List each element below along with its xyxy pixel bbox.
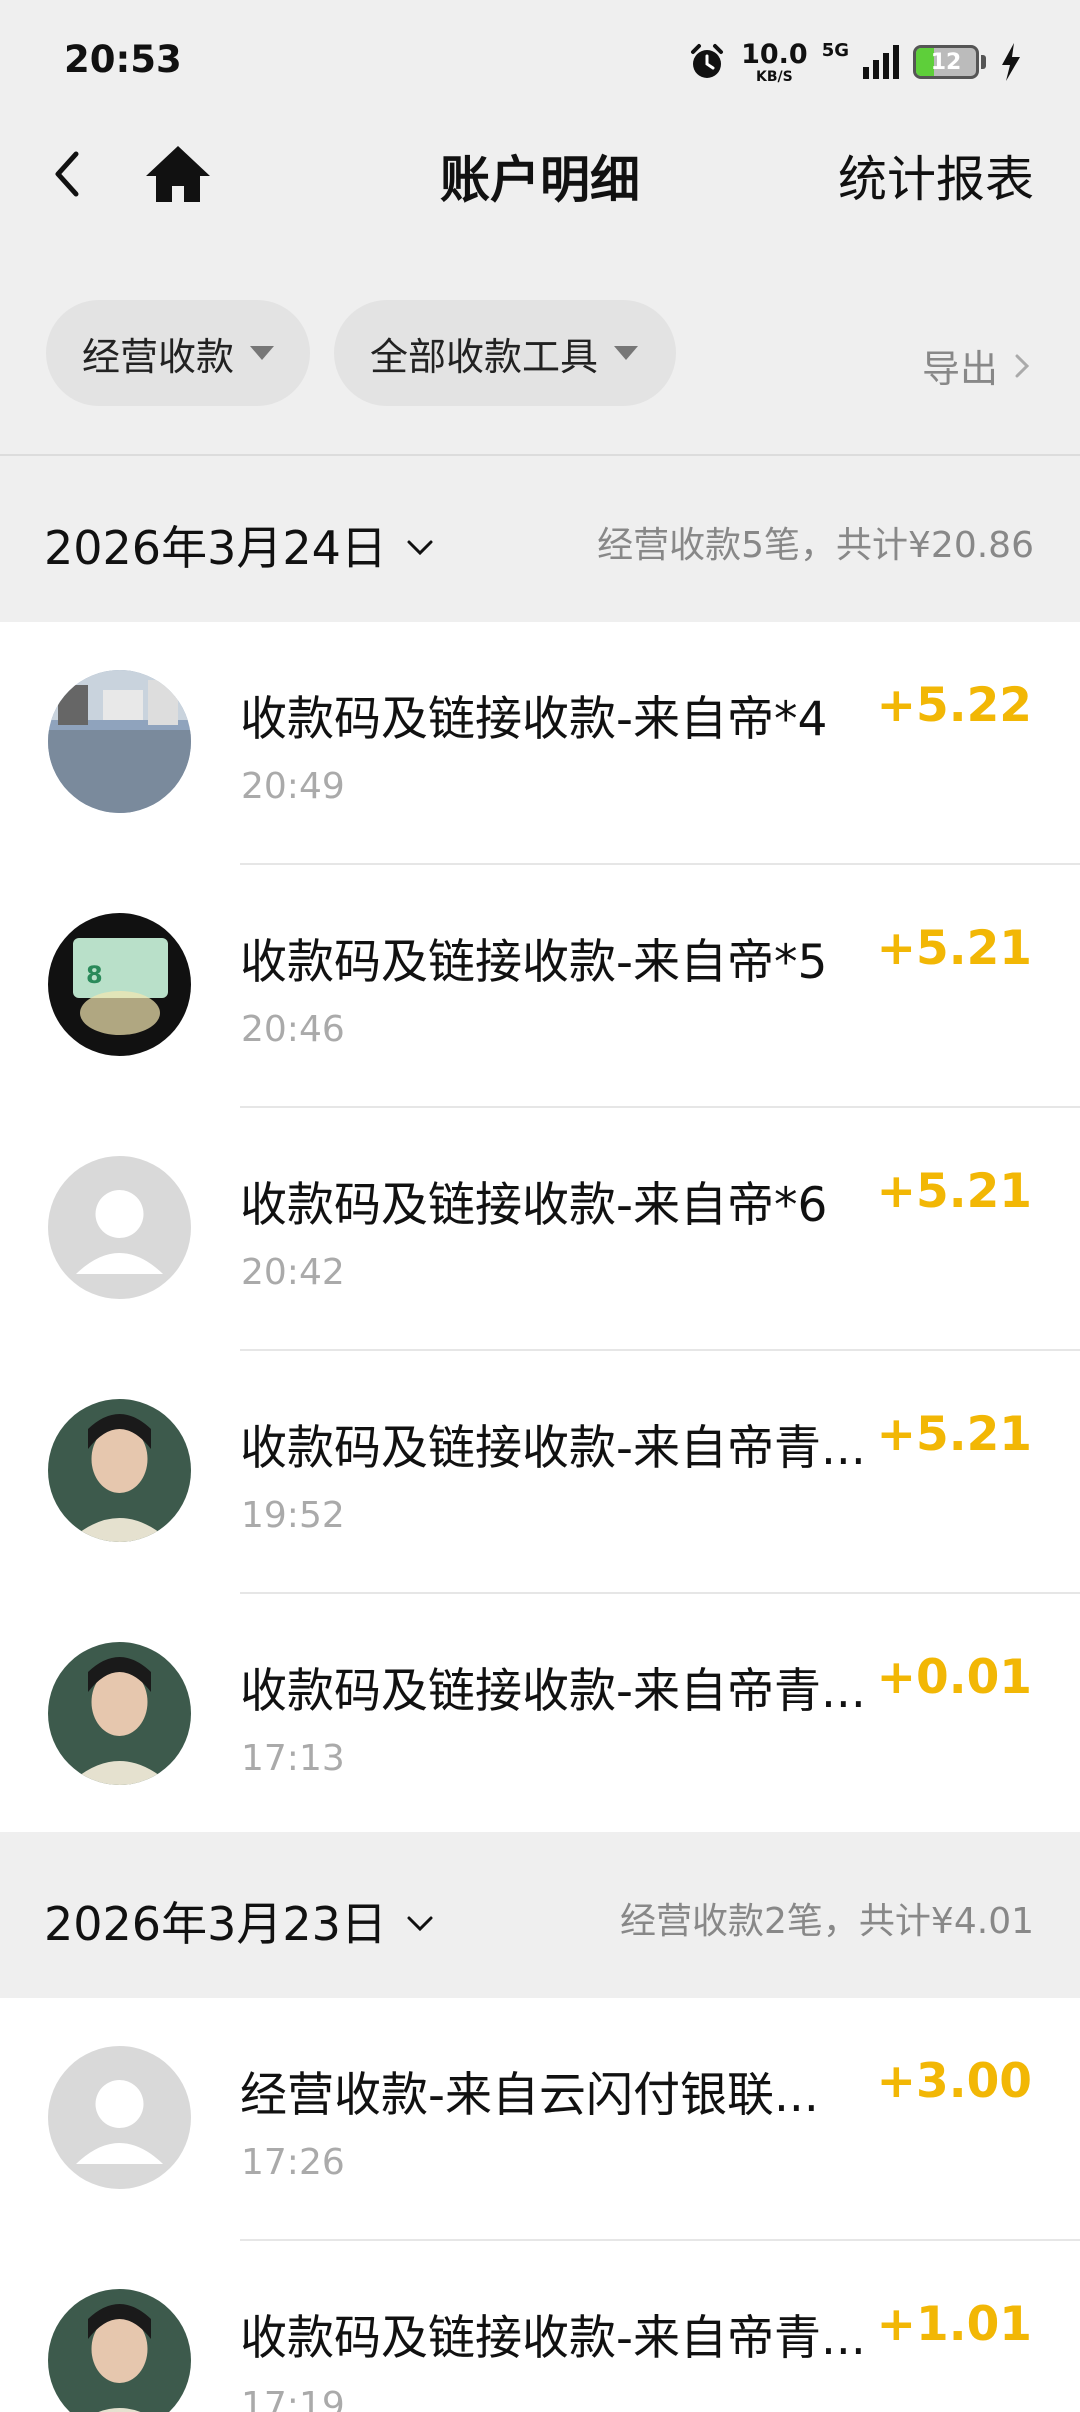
avatar [48, 2046, 191, 2189]
date-group-header: 2026年3月23日 经营收款2笔，共计¥4.01 [0, 1832, 1080, 1998]
transaction-time: 17:13 [241, 1738, 345, 1779]
type-filter-dropdown[interactable]: 经营收款 [46, 300, 310, 406]
transaction-row[interactable]: 收款码及链接收款-来自帝青... 17:13 +0.01 [0, 1594, 1080, 1837]
transaction-row[interactable]: 收款码及链接收款-来自帝青... 19:52 +5.21 [0, 1351, 1080, 1594]
transaction-amount: +5.21 [876, 1164, 1032, 1219]
signal-icon [863, 45, 899, 79]
status-bar: 20:53 10.0 KB/S 5G 12 [0, 0, 1080, 120]
filter-bar: 经营收款 全部收款工具 导出 [0, 300, 1080, 410]
transaction-list: 收款码及链接收款-来自帝*4 20:49 +5.22 8 收款码及链接收款-来自… [0, 622, 1080, 1837]
alarm-icon [691, 44, 724, 78]
avatar [48, 2289, 191, 2412]
transaction-row[interactable]: 经营收款-来自云闪付银联... 17:26 +3.00 [0, 1998, 1080, 2241]
charging-icon [1002, 43, 1020, 81]
transaction-row[interactable]: 收款码及链接收款-来自帝青... 17:19 +1.01 [0, 2241, 1080, 2412]
date-summary: 经营收款2笔，共计¥4.01 [620, 1901, 1034, 1942]
battery-icon: 12 [913, 45, 979, 79]
transaction-list: 经营收款-来自云闪付银联... 17:26 +3.00 收款码及链接收款-来自帝… [0, 1998, 1080, 2412]
transaction-title: 收款码及链接收款-来自帝*6 [240, 1178, 828, 1233]
transaction-row[interactable]: 收款码及链接收款-来自帝*6 20:42 +5.21 [0, 1108, 1080, 1351]
transaction-row[interactable]: 8 收款码及链接收款-来自帝*5 20:46 +5.21 [0, 865, 1080, 1108]
transaction-title: 收款码及链接收款-来自帝青... [240, 1421, 866, 1476]
chevron-down-icon [407, 1916, 433, 1932]
network-type: 5G [821, 39, 849, 61]
avatar [48, 1156, 191, 1299]
transaction-title: 收款码及链接收款-来自帝*4 [240, 692, 828, 747]
dropdown-triangle-icon [614, 346, 639, 360]
transaction-title: 经营收款-来自云闪付银联... [240, 2068, 819, 2123]
dropdown-triangle-icon [250, 346, 274, 360]
export-label: 导出 [921, 347, 998, 391]
nav-bar: 账户明细 统计报表 [0, 120, 1080, 228]
avatar [48, 1399, 191, 1542]
date-label: 2026年3月24日 [44, 521, 387, 575]
type-filter-label: 经营收款 [82, 334, 235, 379]
status-time: 20:53 [64, 38, 182, 81]
chevron-right-icon [1015, 354, 1030, 377]
transaction-time: 17:19 [241, 2385, 345, 2412]
statistics-report-button[interactable]: 统计报表 [838, 140, 1034, 211]
transaction-amount: +1.01 [876, 2297, 1032, 2352]
transaction-amount: +3.00 [876, 2054, 1032, 2109]
transaction-amount: +0.01 [876, 1650, 1032, 1705]
transaction-title: 收款码及链接收款-来自帝青... [240, 1664, 866, 1719]
export-button[interactable]: 导出 [922, 338, 1032, 393]
chevron-down-icon [407, 540, 433, 556]
transaction-amount: +5.21 [876, 1407, 1032, 1462]
tool-filter-label: 全部收款工具 [370, 334, 599, 379]
avatar [48, 670, 191, 813]
transaction-time: 20:46 [241, 1009, 345, 1050]
transaction-amount: +5.22 [876, 678, 1032, 733]
net-speed: 10.0 KB/S [741, 38, 808, 85]
avatar [48, 1642, 191, 1785]
date-label: 2026年3月23日 [44, 1897, 387, 1951]
avatar: 8 [48, 913, 191, 1056]
svg-text:8: 8 [86, 961, 103, 989]
status-icons: 10.0 KB/S 5G 12 [687, 36, 1022, 88]
transaction-time: 19:52 [241, 1495, 345, 1536]
transaction-row[interactable]: 收款码及链接收款-来自帝*4 20:49 +5.22 [0, 622, 1080, 865]
transaction-time: 20:42 [241, 1252, 345, 1293]
date-selector[interactable]: 2026年3月23日 [44, 1888, 435, 1954]
transaction-time: 17:26 [241, 2142, 345, 2183]
transaction-title: 收款码及链接收款-来自帝青... [240, 2311, 866, 2366]
tool-filter-dropdown[interactable]: 全部收款工具 [334, 300, 676, 406]
transaction-time: 20:49 [241, 766, 345, 807]
date-group-header: 2026年3月24日 经营收款5笔，共计¥20.86 [0, 456, 1080, 622]
transaction-amount: +5.21 [876, 921, 1032, 976]
transaction-title: 收款码及链接收款-来自帝*5 [240, 935, 828, 990]
date-summary: 经营收款5笔，共计¥20.86 [597, 525, 1034, 566]
date-selector[interactable]: 2026年3月24日 [44, 512, 435, 578]
